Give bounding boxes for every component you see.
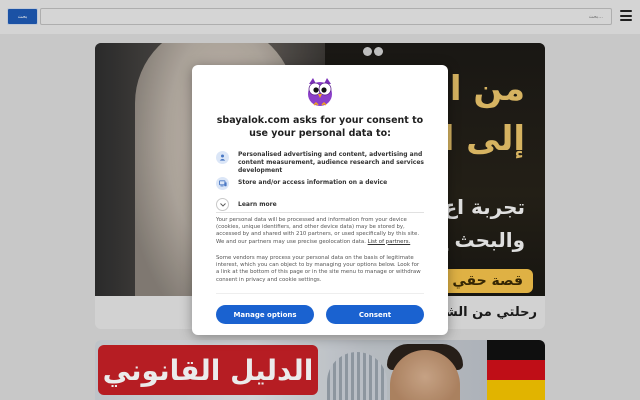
consent-dialog: sbayalok.com asks for your consent to us… bbox=[192, 65, 448, 335]
data-processing-notice: Your personal data will be processed and… bbox=[216, 217, 424, 246]
purpose-store-access: Store and/or access information on a dev… bbox=[216, 177, 426, 190]
learn-more-toggle[interactable]: Learn more bbox=[216, 198, 277, 211]
purpose-text: Store and/or access information on a dev… bbox=[238, 179, 388, 186]
consent-title: sbayalok.com asks for your consent to us… bbox=[216, 115, 424, 139]
person-icon bbox=[216, 151, 229, 164]
owl-logo-icon bbox=[308, 78, 332, 106]
purpose-personalised-ads: Personalised advertising and content, ad… bbox=[216, 151, 426, 175]
device-icon bbox=[216, 177, 229, 190]
chevron-down-icon bbox=[216, 198, 229, 211]
consent-button[interactable]: Consent bbox=[326, 305, 424, 324]
manage-options-button[interactable]: Manage options bbox=[216, 305, 314, 324]
divider bbox=[216, 293, 424, 294]
list-of-partners-link[interactable]: List of partners. bbox=[368, 239, 411, 245]
divider bbox=[216, 212, 424, 213]
learn-more-label: Learn more bbox=[238, 201, 277, 208]
legitimate-interest-notice: Some vendors may process your personal d… bbox=[216, 255, 421, 283]
purpose-text: Personalised advertising and content, ad… bbox=[238, 151, 424, 174]
